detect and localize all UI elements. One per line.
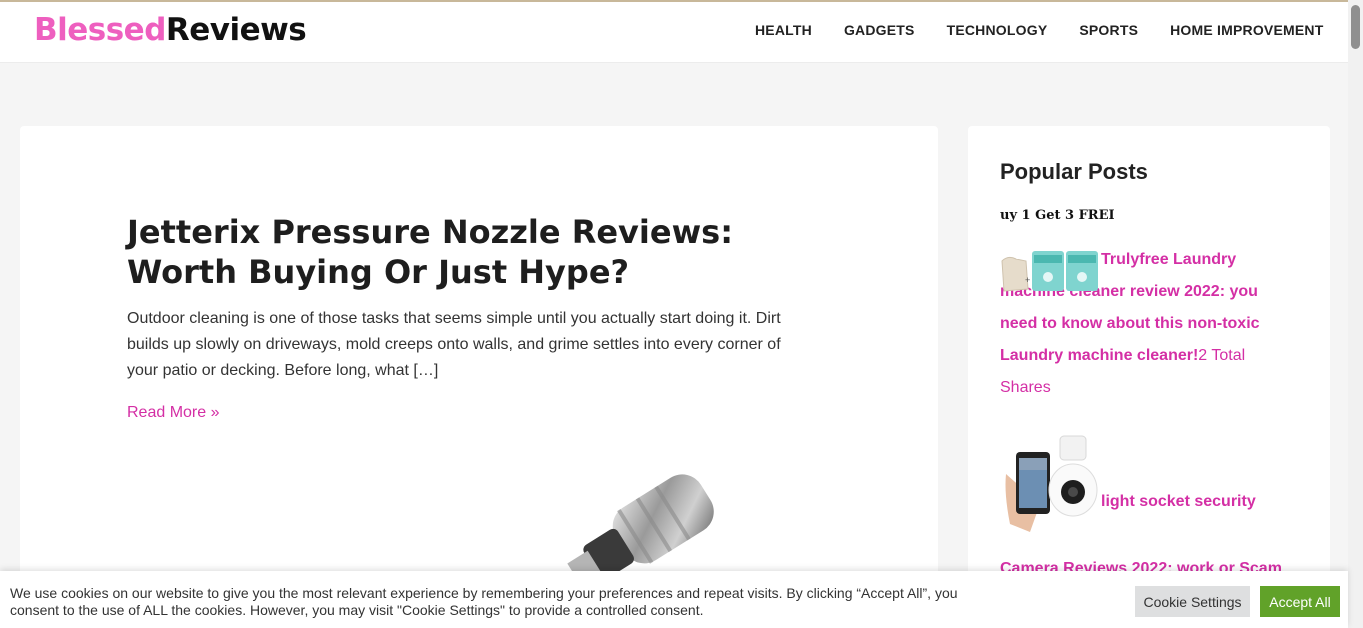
article-title[interactable]: Jetterix Pressure Nozzle Reviews: Worth … <box>127 212 767 292</box>
scrollbar-thumb[interactable] <box>1351 5 1360 49</box>
page-scrollbar[interactable] <box>1348 0 1363 628</box>
nav-item-health[interactable]: HEALTH <box>755 22 812 38</box>
logo-text-part2: Reviews <box>165 12 307 48</box>
read-more-link[interactable]: Read More » <box>127 404 220 422</box>
svg-text:+: + <box>1025 275 1030 285</box>
cookie-consent-text: We use cookies on our website to give yo… <box>10 585 958 618</box>
site-logo[interactable]: BlessedReviews <box>34 12 307 48</box>
nozzle-image[interactable] <box>560 466 720 586</box>
sidebar-title: Popular Posts <box>1000 159 1148 184</box>
nav-item-gadgets[interactable]: GADGETS <box>844 22 915 38</box>
article-excerpt: Outdoor cleaning is one of those tasks t… <box>127 310 781 379</box>
site-header: BlessedReviews HEALTH GADGETS TECHNOLOGY… <box>0 2 1363 63</box>
laundry-product-thumbnail[interactable]: + <box>1000 247 1100 293</box>
cookie-settings-button[interactable]: Cookie Settings <box>1135 586 1250 617</box>
logo-text-part1: Blessed <box>34 12 166 48</box>
nav-item-technology[interactable]: TECHNOLOGY <box>947 22 1048 38</box>
accept-all-button[interactable]: Accept All <box>1260 586 1340 617</box>
main-nav: HEALTH GADGETS TECHNOLOGY SPORTS HOME IM… <box>755 22 1355 38</box>
promo-banner-text: uy 1 Get 3 FREI <box>1000 208 1115 223</box>
cookie-consent-bar: We use cookies on our website to give yo… <box>0 571 1348 628</box>
sidebar-popular-posts: Popular Posts uy 1 Get 3 FREI Trulyfree … <box>968 126 1330 586</box>
article-card: Jetterix Pressure Nozzle Reviews: Worth … <box>20 126 938 586</box>
nav-item-sports[interactable]: SPORTS <box>1079 22 1138 38</box>
nav-item-home-improvement[interactable]: HOME IMPROVEMENT <box>1170 22 1323 38</box>
security-camera-thumbnail[interactable] <box>1000 434 1100 536</box>
